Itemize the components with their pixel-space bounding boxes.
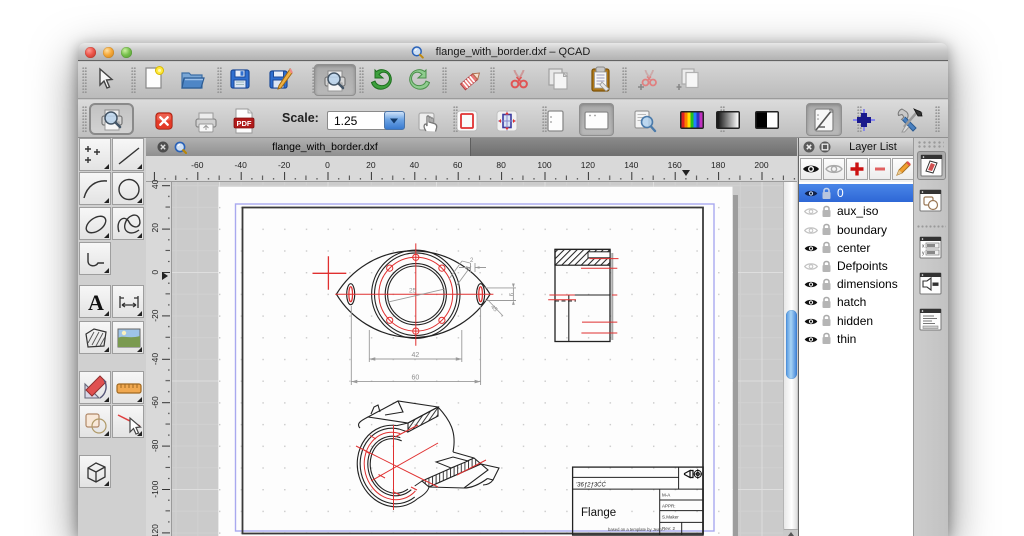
svg-text:100: 100: [537, 160, 551, 170]
svg-text:S.Maker: S.Maker: [662, 515, 679, 520]
svg-text:-60: -60: [150, 396, 160, 409]
svg-text:-100: -100: [150, 480, 160, 497]
svg-text:20: 20: [150, 223, 160, 233]
svg-text:'36ƒ2ƒ3ĆĆ: '36ƒ2ƒ3ĆĆ: [576, 482, 607, 489]
svg-text:60: 60: [412, 375, 420, 382]
svg-text:80: 80: [496, 160, 506, 170]
svg-text:0: 0: [325, 160, 330, 170]
svg-text:-40: -40: [235, 160, 248, 170]
svg-text:140: 140: [624, 160, 638, 170]
svg-text:based on a template by Jean...: based on a template by Jean...: [608, 527, 665, 532]
svg-text:40: 40: [410, 160, 420, 170]
svg-text:-80: -80: [150, 439, 160, 452]
svg-text:PDF: PDF: [237, 119, 252, 128]
svg-text:-60: -60: [191, 160, 204, 170]
svg-text:200: 200: [754, 160, 768, 170]
svg-text:160: 160: [668, 160, 682, 170]
svg-text:60: 60: [453, 160, 463, 170]
svg-text:25: 25: [409, 288, 417, 295]
svg-text:APPR:: APPR:: [662, 504, 676, 509]
svg-text:A: A: [88, 290, 104, 315]
svg-text:42: 42: [412, 352, 420, 359]
svg-text:-20: -20: [278, 160, 291, 170]
svg-text:0: 0: [150, 270, 160, 275]
svg-text:40: 40: [150, 179, 160, 189]
svg-text:-40: -40: [150, 353, 160, 366]
svg-text:20: 20: [366, 160, 376, 170]
svg-text:120: 120: [581, 160, 595, 170]
svg-text:180: 180: [711, 160, 725, 170]
svg-text:-20: -20: [150, 309, 160, 322]
svg-text:Flange: Flange: [581, 507, 616, 519]
svg-text:M-A: M-A: [662, 493, 670, 498]
svg-text:-120: -120: [150, 524, 160, 536]
